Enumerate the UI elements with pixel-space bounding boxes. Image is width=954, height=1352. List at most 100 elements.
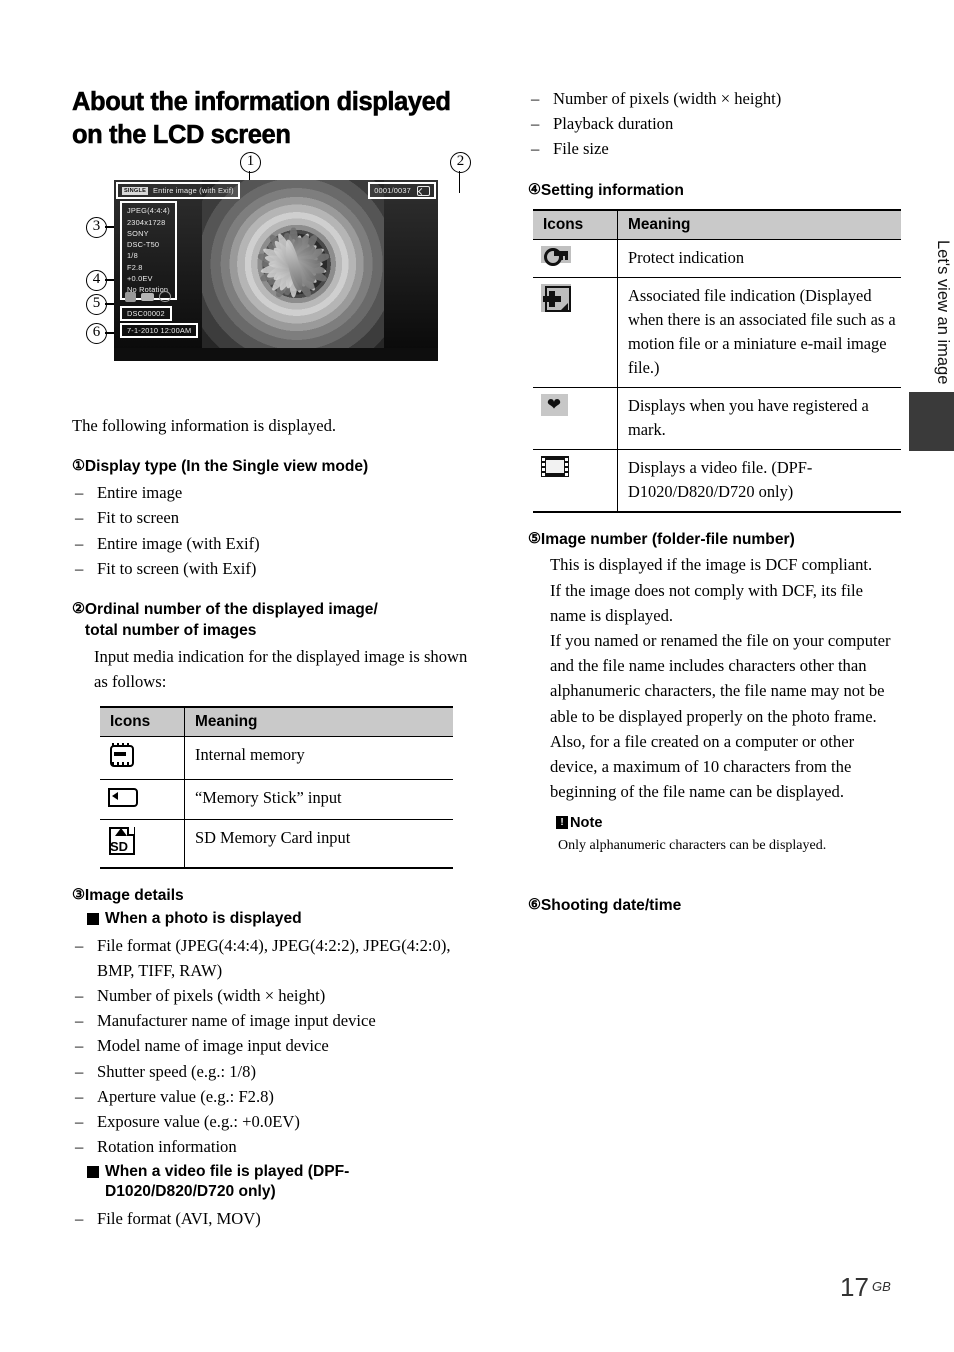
table-row: Displays a video file. (DPF-D1020/D820/D… xyxy=(533,449,901,513)
list-item: Number of pixels (width × height) xyxy=(72,983,468,1008)
list-item: Entire image (with Exif) xyxy=(72,531,468,556)
lcd-screen-mockup: SINGLE Entire image (with Exif) 0001/003… xyxy=(114,180,438,362)
section-4-heading-text: Setting information xyxy=(540,181,684,199)
intro-paragraph: The following information is displayed. xyxy=(72,416,337,436)
table-row: SD SD Memory Card input xyxy=(100,819,453,870)
input-media-table: Icons Meaning Internal memory “Memory St… xyxy=(100,706,453,870)
memory-stick-icon-cell xyxy=(100,779,185,821)
section-2-heading: ② Ordinal number of the displayed image/… xyxy=(72,600,468,641)
lcd-counter-text: 0001/0037 xyxy=(374,186,411,196)
section-3-heading: ③ Image details xyxy=(72,886,468,907)
video-film-icon-cell xyxy=(533,449,618,513)
list-item: Playback duration xyxy=(528,111,900,136)
list-item: Manufacturer name of image input device xyxy=(72,1008,468,1033)
list-item: Fit to screen xyxy=(72,505,468,530)
lcd-single-tag: SINGLE xyxy=(122,186,149,195)
section-4-number: ④ xyxy=(528,181,541,198)
lcd-setting-icon-row xyxy=(122,290,174,303)
lcd-exif-line: +0.0EV xyxy=(127,273,153,283)
setting-information-table: Icons Meaning Protect indication Associa… xyxy=(533,209,901,513)
section-3-sub1-heading: When a photo is displayed xyxy=(72,909,468,930)
callout-1: 1 xyxy=(240,152,261,174)
page-title-line2: on the LCD screen xyxy=(72,121,291,150)
section-5-heading: ⑤ Image number (folder-file number) xyxy=(528,530,900,551)
note-heading: ! Note xyxy=(528,815,900,831)
lcd-exif-line: SONY xyxy=(127,228,149,238)
memory-stick-small-icon xyxy=(417,185,430,196)
note-body: Only alphanumeric characters can be disp… xyxy=(558,837,827,853)
associated-file-icon-cell xyxy=(533,277,618,388)
section-3-sub2-line2: D1020/D820/D720 only) xyxy=(105,1183,276,1201)
section-3-sub2-text: When a video file is played (DPF- D1020/… xyxy=(105,1162,349,1203)
sd-card-icon-cell: SD xyxy=(100,819,185,870)
section-3-sub2-heading: When a video file is played (DPF- D1020/… xyxy=(72,1162,468,1203)
note-warning-icon: ! xyxy=(556,816,568,830)
memory-stick-icon xyxy=(108,786,138,807)
heart-mark-icon-cell: ❤ xyxy=(533,387,618,450)
callout-5: 5 xyxy=(86,294,107,316)
section-1-list: Entire image Fit to screen Entire image … xyxy=(72,480,468,581)
section-5-para-1: This is displayed if the image is DCF co… xyxy=(550,555,873,575)
page-number: 17 xyxy=(840,1272,869,1302)
page-region-code: GB xyxy=(872,1279,891,1294)
list-item: Rotation information xyxy=(72,1134,468,1159)
section-6-heading-text: Shooting date/time xyxy=(540,896,682,914)
lcd-exif-line: 1/8 xyxy=(127,251,138,261)
internal-memory-icon-cell xyxy=(100,736,185,780)
table-header-meaning: Meaning xyxy=(184,706,453,737)
table-cell-meaning: Displays when you have registered a mark… xyxy=(617,387,901,450)
section-2-heading-text: Ordinal number of the displayed image/ t… xyxy=(85,600,468,641)
sd-card-icon: SD xyxy=(108,826,135,856)
callout-4: 4 xyxy=(86,270,107,292)
lcd-file-name: DSC00002 xyxy=(120,306,172,322)
table-cell-meaning: “Memory Stick” input xyxy=(184,779,453,821)
lcd-right-gradient xyxy=(384,180,438,349)
page-title: About the information displayed on the L… xyxy=(72,86,468,152)
protect-key-icon-cell xyxy=(533,239,618,279)
callout-6: 6 xyxy=(86,323,107,345)
list-item: File format (AVI, MOV) xyxy=(72,1206,468,1231)
table-cell-meaning: SD Memory Card input xyxy=(184,819,453,870)
section-5-heading-text: Image number (folder-file number) xyxy=(540,530,795,548)
lcd-exif-line: 2304x1728 xyxy=(127,217,166,227)
callout-3: 3 xyxy=(86,217,107,239)
document-page: About the information displayed on the L… xyxy=(0,0,954,1352)
side-tab-label: Let's view an image xyxy=(934,240,952,385)
heart-mark-small-icon xyxy=(159,291,171,303)
list-item: File format (JPEG(4:4:4), JPEG(4:2:2), J… xyxy=(72,933,468,983)
list-item: Number of pixels (width × height) xyxy=(528,86,900,111)
right-column: Number of pixels (width × height) Playba… xyxy=(528,86,901,917)
callout-2: 2 xyxy=(450,152,471,174)
left-column: About the information displayed on the L… xyxy=(72,86,471,1231)
table-row: “Memory Stick” input xyxy=(100,779,453,821)
section-3-sub2-list-continued: Number of pixels (width × height) Playba… xyxy=(528,86,900,162)
table-row: Internal memory xyxy=(100,736,453,780)
lcd-exif-box: JPEG(4:4:4) 2304x1728 SONY DSC-T50 1/8 F… xyxy=(120,201,177,301)
table-cell-meaning: Protect indication xyxy=(617,239,901,279)
section-4-heading: ④ Setting information xyxy=(528,181,900,202)
section-5-para-3: If you named or renamed the file on your… xyxy=(550,631,891,802)
sunflower-petals xyxy=(202,180,384,348)
section-2-body: Input media indication for the displayed… xyxy=(94,647,468,692)
square-bullet-icon xyxy=(87,1165,99,1178)
section-6-heading: ⑥ Shooting date/time xyxy=(528,896,900,917)
lcd-counter-bar: 0001/0037 xyxy=(368,182,436,200)
protect-key-small-icon xyxy=(141,292,154,301)
associated-file-small-icon xyxy=(125,291,136,302)
section-3-sub2-list: File format (AVI, MOV) xyxy=(72,1206,468,1231)
section-5-para-2: If the image does not comply with DCF, i… xyxy=(550,580,863,625)
lcd-exif-line: JPEG(4:4:4) xyxy=(127,206,170,216)
section-3-sub1-list: File format (JPEG(4:4:4), JPEG(4:2:2), J… xyxy=(72,933,468,1160)
section-3-heading-text: Image details xyxy=(84,887,184,905)
list-item: File size xyxy=(528,136,900,161)
protect-key-icon xyxy=(541,246,571,267)
lcd-display-type-bar: SINGLE Entire image (with Exif) xyxy=(116,182,240,200)
page-title-line1: About the information displayed xyxy=(72,88,452,117)
lcd-date-time: 7-1-2010 12:00AM xyxy=(119,323,199,339)
square-bullet-icon xyxy=(87,912,99,925)
section-1-heading: ① Display type (In the Single view mode) xyxy=(72,457,468,478)
section-3-sub1-text: When a photo is displayed xyxy=(105,909,302,927)
heart-mark-icon: ❤ xyxy=(541,394,568,416)
section-6-number: ⑥ xyxy=(528,896,541,913)
section-3-number: ③ xyxy=(72,887,85,904)
